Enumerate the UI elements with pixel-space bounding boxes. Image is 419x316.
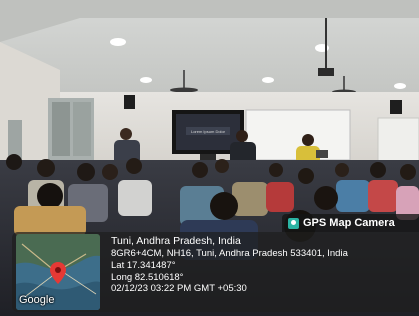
ceiling-light [140,77,152,83]
ceiling-light [110,38,126,46]
latitude: Lat 17.341487° [111,259,176,271]
datetime: 02/12/23 03:22 PM GMT +05:30 [111,283,247,295]
app-name: GPS Map Camera [303,217,395,229]
longitude: Long 82.510618° [111,271,184,283]
speaker [390,100,402,114]
photo-frame: Lorem Ipsum Dolor GPS Map Camera Google … [0,0,419,316]
ceiling-light [262,77,274,83]
location-details: Tuni, Andhra Pradesh, India 8GR6+4CM, NH… [111,235,411,295]
ceiling-light [394,83,406,89]
ceiling-fan [170,87,198,93]
map-provider-label: Google [19,294,55,306]
tv-slide-text: Lorem Ipsum Dolor [191,129,226,134]
watermark-header: GPS Map Camera [282,214,419,232]
gps-map-camera-logo-icon [288,217,299,229]
location-title: Tuni, Andhra Pradesh, India [111,235,241,247]
address-line: 8GR6+4CM, NH16, Tuni, Andhra Pradesh 533… [111,248,348,259]
projector [318,68,334,76]
speaker [124,95,135,109]
map-thumbnail: Google [16,234,100,310]
window [8,120,22,160]
